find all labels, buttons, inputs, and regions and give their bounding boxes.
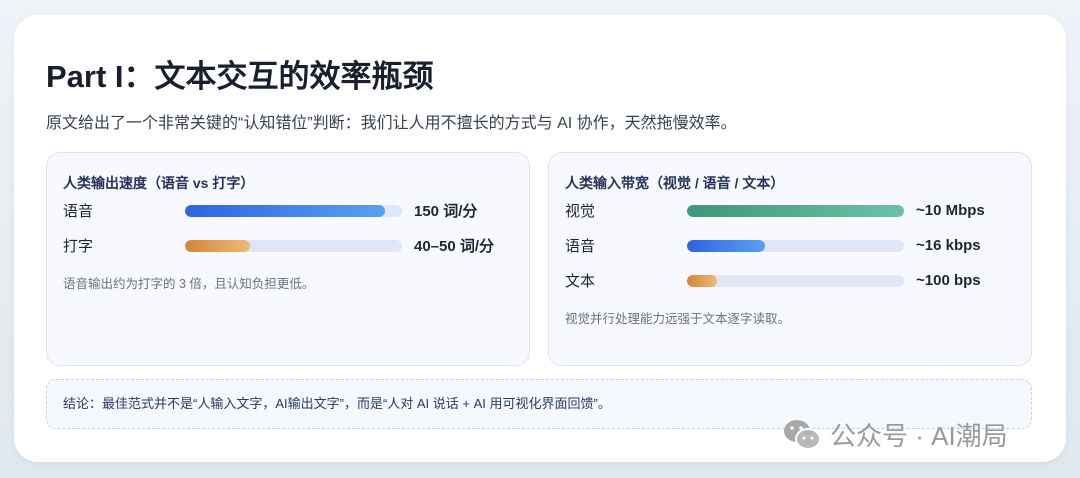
panel-title: 人类输出速度（语音 vs 打字） bbox=[63, 175, 255, 191]
bar-track bbox=[687, 204, 904, 217]
bar-label: 语音 bbox=[63, 203, 94, 220]
bar-value: ~10 Mbps bbox=[916, 202, 985, 219]
bar-label: 视觉 bbox=[565, 203, 596, 220]
bar-fill bbox=[185, 204, 385, 217]
watermark: 公众号 · AI潮局 bbox=[782, 416, 1008, 453]
bar-label: 文本 bbox=[565, 273, 596, 290]
bar-label: 语音 bbox=[565, 238, 596, 255]
bar-row: 语音 150 词/分 bbox=[63, 193, 513, 228]
bar-fill bbox=[687, 239, 766, 252]
watermark-text: 公众号 · AI潮局 bbox=[830, 421, 1008, 451]
wechat-icon bbox=[784, 419, 821, 450]
panel-note: 语音输出约为打字的 3 倍，且认知负担更低。 bbox=[63, 277, 315, 291]
bar-track bbox=[185, 204, 402, 217]
bar-row: 文本 ~100 bps bbox=[565, 263, 1015, 298]
bar-row: 打字 40–50 词/分 bbox=[63, 228, 513, 263]
bar-track bbox=[185, 239, 402, 252]
bar-value: 40–50 词/分 bbox=[414, 238, 495, 255]
panel-title: 人类输入带宽（视觉 / 语音 / 文本） bbox=[565, 175, 785, 191]
bar-value: ~16 kbps bbox=[916, 237, 981, 254]
input-bandwidth-panel: 人类输入带宽（视觉 / 语音 / 文本） 视觉 ~10 Mbps 语音 ~16 … bbox=[548, 152, 1032, 366]
bar-fill bbox=[687, 204, 904, 217]
bar-track bbox=[687, 239, 904, 252]
bar-value: 150 词/分 bbox=[414, 203, 478, 220]
bar-label: 打字 bbox=[63, 238, 94, 255]
bar-fill bbox=[185, 239, 251, 252]
bar-row: 视觉 ~10 Mbps bbox=[565, 193, 1015, 228]
bar-track bbox=[687, 274, 904, 287]
content-card: Part I：文本交互的效率瓶颈 原文给出了一个非常关键的“认知错位”判断：我们… bbox=[14, 15, 1066, 462]
output-speed-panel: 人类输出速度（语音 vs 打字） 语音 150 词/分 打字 40–50 词/分… bbox=[46, 152, 530, 366]
page-title: Part I：文本交互的效率瓶颈 bbox=[46, 59, 434, 94]
bar-value: ~100 bps bbox=[916, 272, 981, 289]
subtitle: 原文给出了一个非常关键的“认知错位”判断：我们让人用不擅长的方式与 AI 协作，… bbox=[46, 115, 737, 132]
bar-row: 语音 ~16 kbps bbox=[565, 228, 1015, 263]
panel-note: 视觉并行处理能力远强于文本逐字读取。 bbox=[565, 312, 791, 326]
bar-fill bbox=[687, 274, 718, 287]
